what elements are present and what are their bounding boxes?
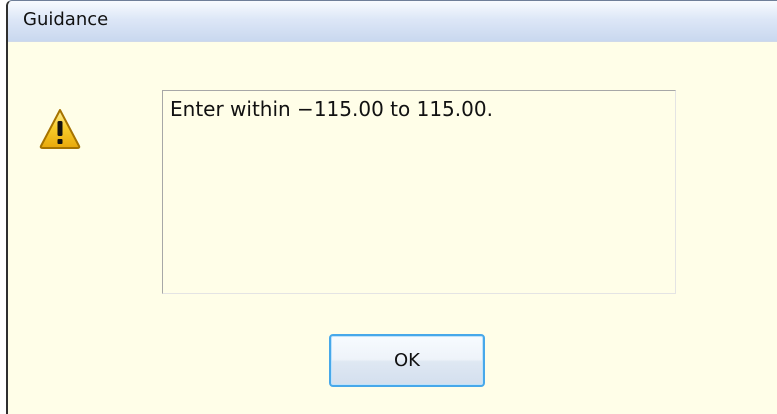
message-text-area: Enter within −115.00 to 115.00. [162, 90, 676, 294]
message-text: Enter within −115.00 to 115.00. [170, 97, 493, 121]
guidance-dialog: Guidance Enter within −115.00 to 115.00.… [6, 0, 777, 414]
title-bar[interactable]: Guidance [8, 1, 777, 42]
ok-button[interactable]: OK [329, 334, 485, 387]
dialog-title: Guidance [23, 9, 109, 30]
ok-button-label: OK [394, 350, 420, 371]
warning-icon [39, 109, 81, 149]
